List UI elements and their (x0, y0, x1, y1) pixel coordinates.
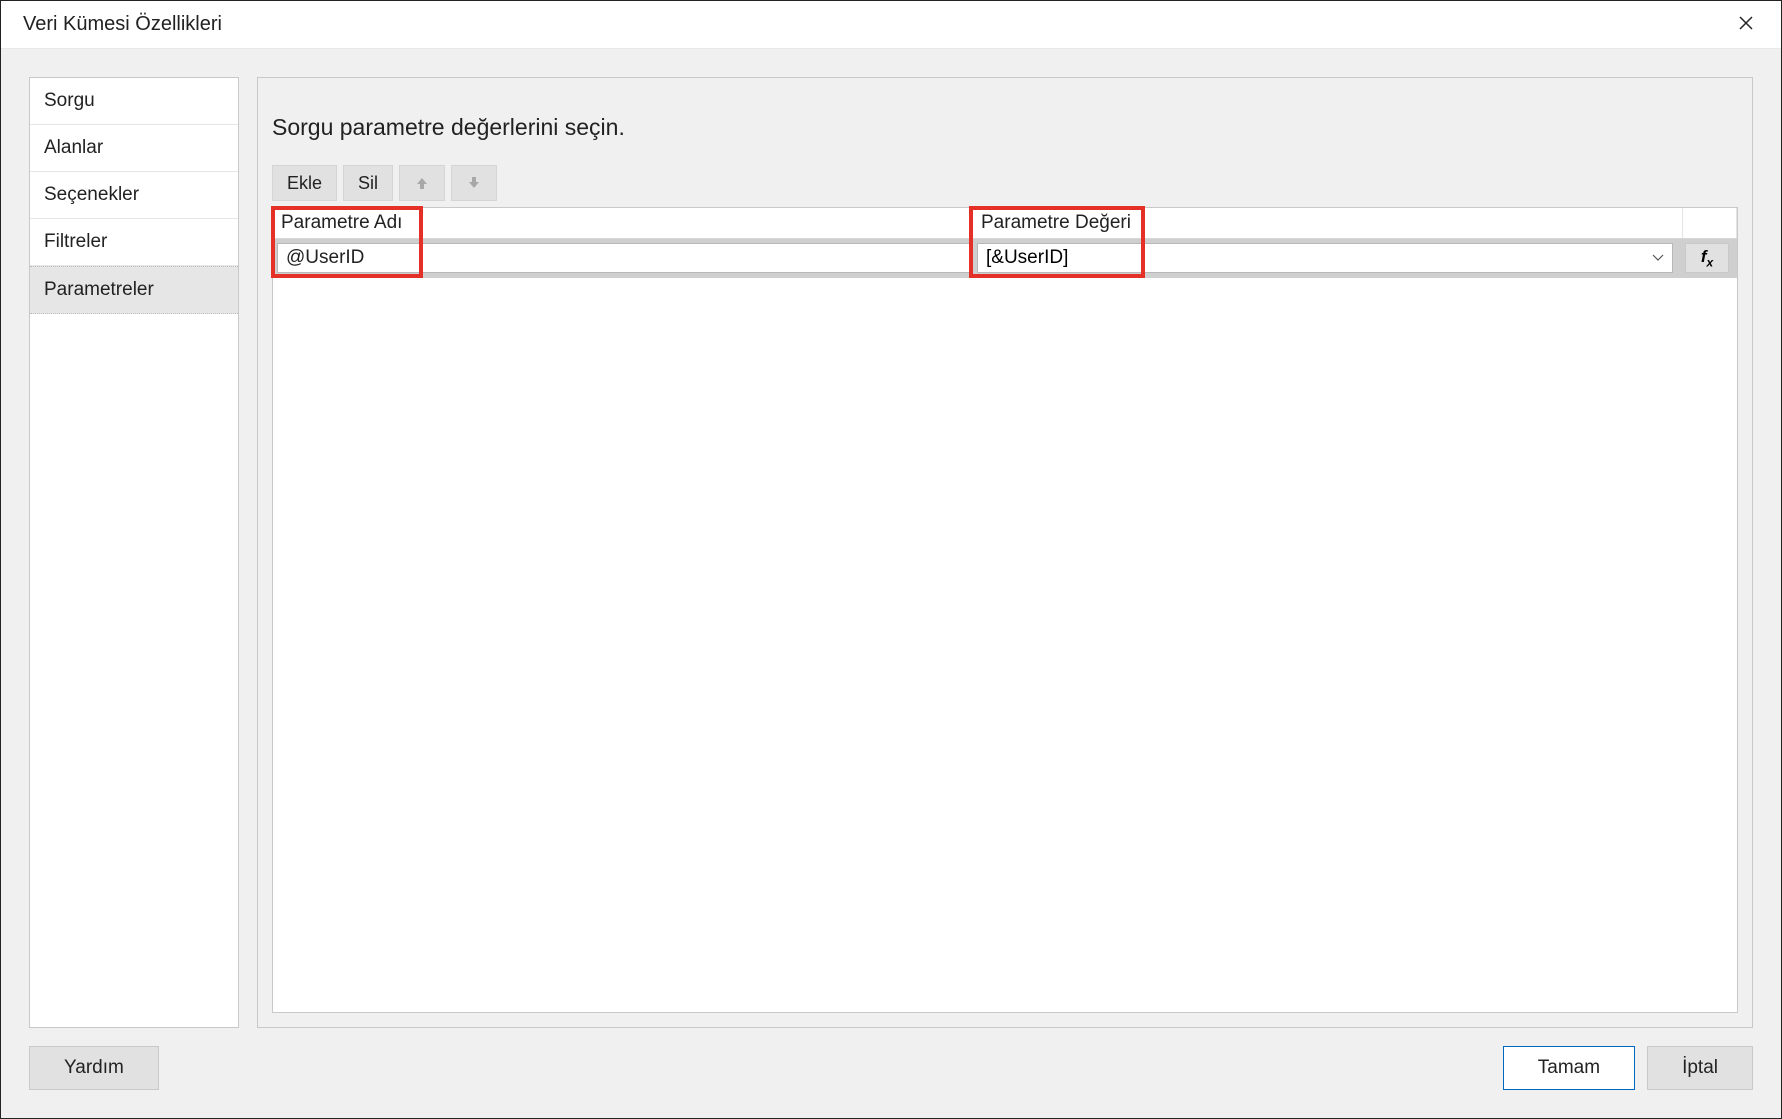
parameter-value-dropdown[interactable]: [&UserID] (977, 243, 1673, 273)
cancel-button[interactable]: İptal (1647, 1046, 1753, 1090)
arrow-down-icon (466, 175, 482, 191)
panel-heading: Sorgu parametre değerlerini seçin. (258, 78, 1752, 165)
sidebar-item-parameters[interactable]: Parametreler (30, 266, 238, 314)
toolbar: Ekle Sil (258, 165, 1752, 207)
footer: Yardım Tamam İptal (29, 1028, 1753, 1090)
sidebar-item-options[interactable]: Seçenekler (30, 172, 238, 219)
close-icon (1739, 16, 1753, 30)
parameter-value-text: [&UserID] (978, 244, 1644, 272)
parameters-grid: Parametre Adı Parametre Değeri [&UserID] (272, 207, 1738, 1013)
sidebar-item-query[interactable]: Sorgu (30, 78, 238, 125)
fx-icon: fx (1701, 247, 1713, 269)
grid-empty-area (273, 277, 1737, 1012)
sidebar: Sorgu Alanlar Seçenekler Filtreler Param… (29, 77, 239, 1028)
sidebar-item-filters[interactable]: Filtreler (30, 219, 238, 266)
column-header-value[interactable]: Parametre Değeri (973, 208, 1683, 238)
arrow-up-icon (414, 175, 430, 191)
titlebar: Veri Kümesi Özellikleri (1, 1, 1781, 49)
help-button[interactable]: Yardım (29, 1046, 159, 1090)
close-button[interactable] (1729, 7, 1763, 42)
table-row[interactable]: [&UserID] fx (273, 239, 1737, 277)
move-down-button[interactable] (451, 165, 497, 201)
add-button[interactable]: Ekle (272, 165, 337, 201)
dialog-body: Sorgu Alanlar Seçenekler Filtreler Param… (1, 49, 1781, 1118)
column-header-name[interactable]: Parametre Adı (273, 208, 973, 238)
sidebar-item-fields[interactable]: Alanlar (30, 125, 238, 172)
move-up-button[interactable] (399, 165, 445, 201)
main-layout: Sorgu Alanlar Seçenekler Filtreler Param… (29, 77, 1753, 1028)
delete-button[interactable]: Sil (343, 165, 393, 201)
ok-button[interactable]: Tamam (1503, 1046, 1635, 1090)
main-panel: Sorgu parametre değerlerini seçin. Ekle … (257, 77, 1753, 1028)
column-header-fx (1683, 208, 1737, 238)
chevron-down-icon[interactable] (1644, 254, 1672, 262)
grid-header: Parametre Adı Parametre Değeri (273, 208, 1737, 239)
expression-button[interactable]: fx (1685, 243, 1729, 273)
footer-right: Tamam İptal (1503, 1046, 1753, 1090)
dialog-window: Veri Kümesi Özellikleri Sorgu Alanlar Se… (0, 0, 1782, 1119)
parameter-name-input[interactable] (277, 243, 971, 273)
window-title: Veri Kümesi Özellikleri (23, 13, 222, 36)
